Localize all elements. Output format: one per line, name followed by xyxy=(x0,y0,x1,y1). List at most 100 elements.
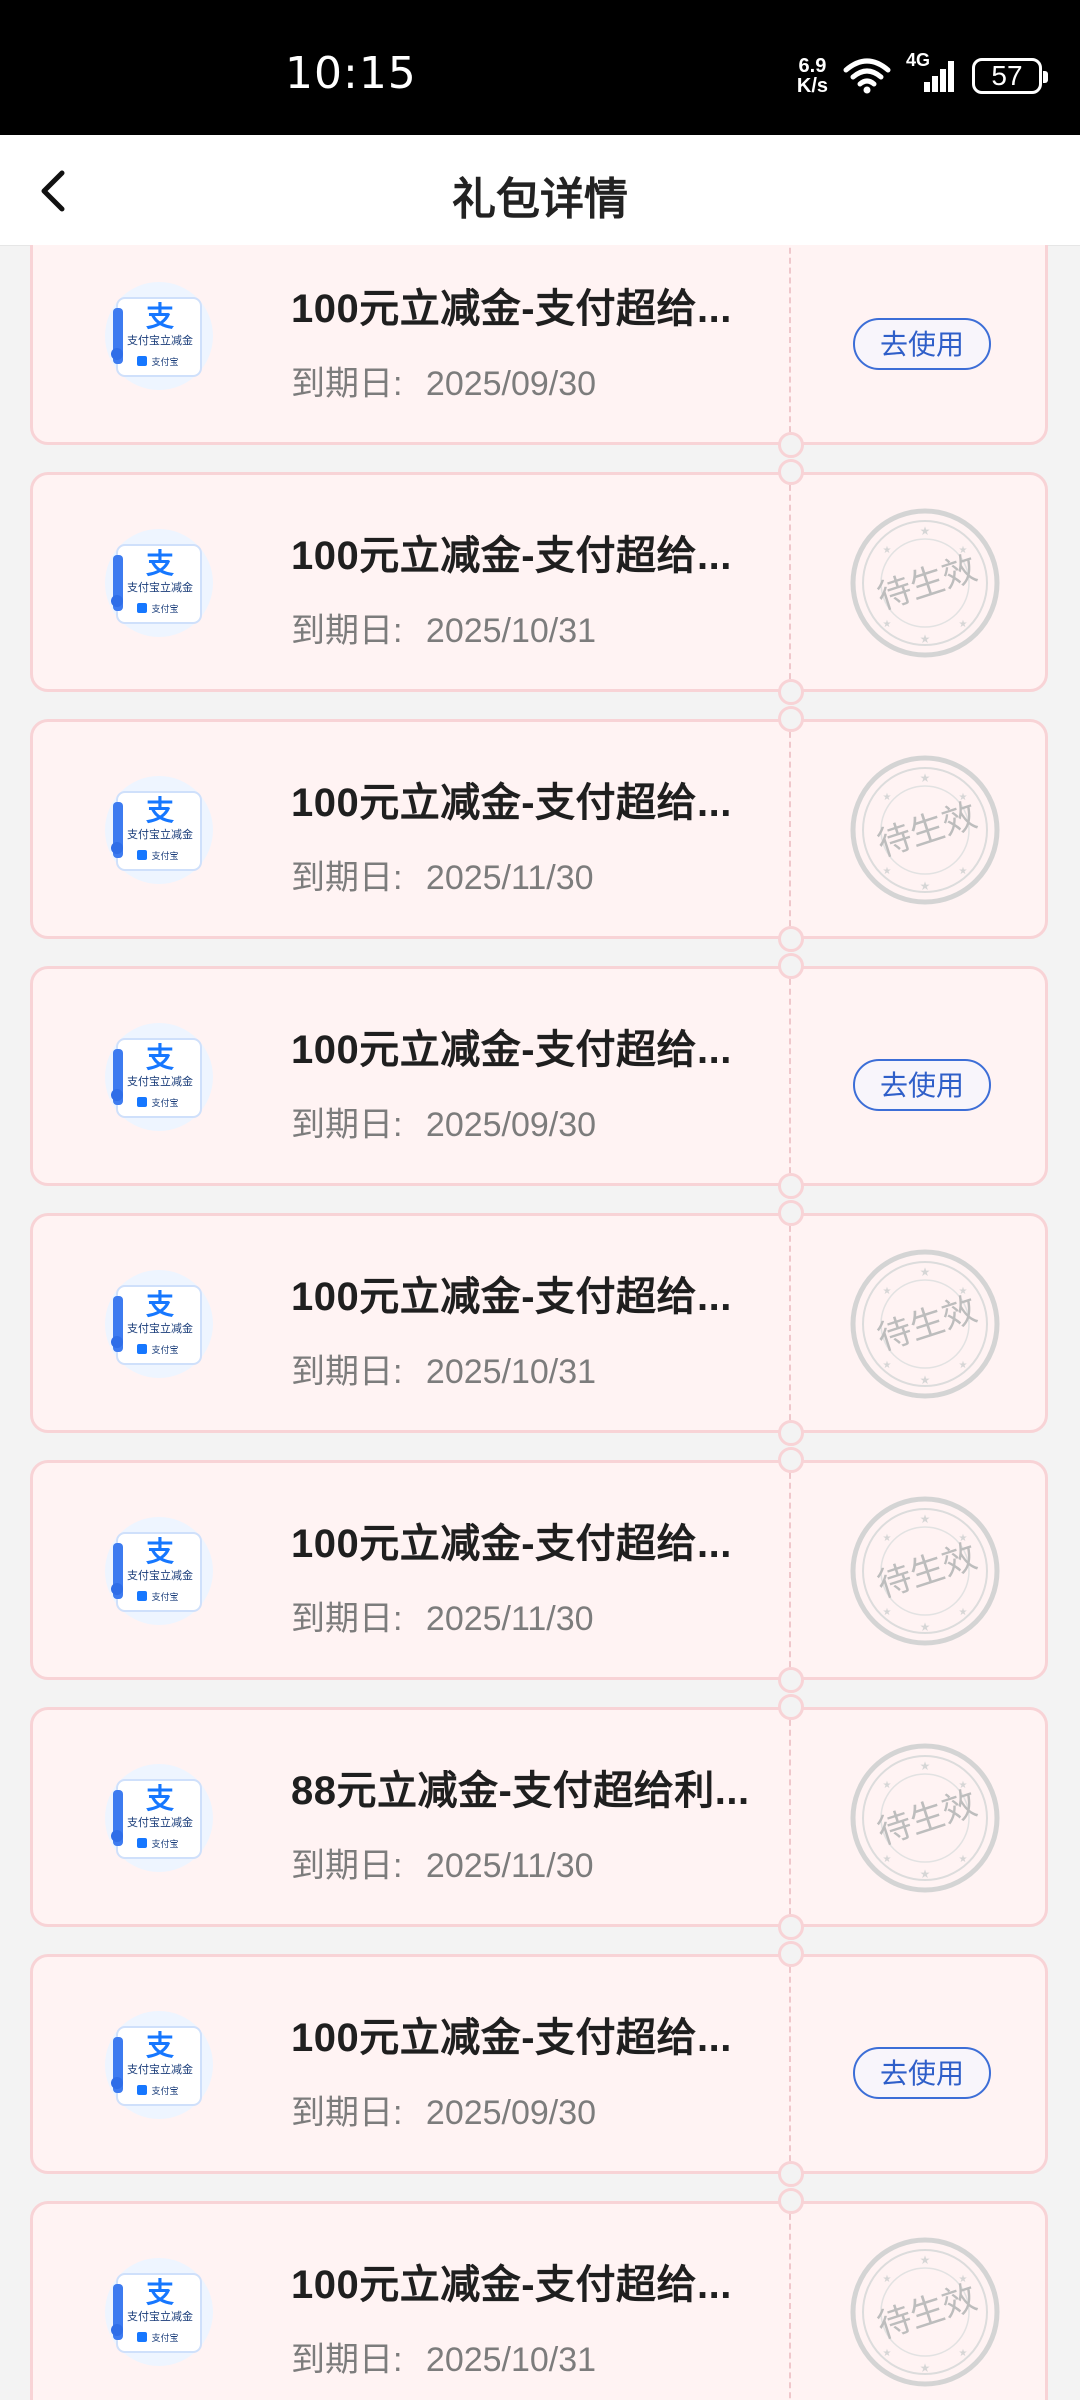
ticket-notch xyxy=(778,926,804,952)
ticket-notch xyxy=(778,1447,804,1473)
coupon-expiry: 到期日: 2025/11/30 xyxy=(291,850,594,899)
svg-text:★: ★ xyxy=(959,1854,968,1865)
coupon-card[interactable]: 支 支付宝立减金 支付宝 100元立减金-支付超给... 到期日: 2025/1… xyxy=(30,1447,1048,1693)
ticket-divider xyxy=(789,1957,791,2171)
expiry-label: 到期日: xyxy=(291,2094,403,2132)
coupon-list[interactable]: 支 支付宝立减金 支付宝 100元立减金-支付超给... 到期日: 2025/0… xyxy=(0,245,1080,2400)
alipay-coupon-logo: 支 支付宝立减金 支付宝 xyxy=(105,1517,213,1625)
alipay-coupon-logo: 支 支付宝立减金 支付宝 xyxy=(105,1270,213,1378)
ticket-notch xyxy=(778,1941,804,1967)
logo-brand: 支付宝 xyxy=(151,2085,178,2097)
coupon-expiry: 到期日: 2025/09/30 xyxy=(291,2085,596,2134)
alipay-coupon-logo: 支 支付宝立减金 支付宝 xyxy=(105,1023,213,1131)
ticket-notch xyxy=(778,2161,804,2187)
svg-text:★: ★ xyxy=(959,866,968,877)
pending-stamp-icon: ★ ★ ★ ★ ★ ★ 待生效 xyxy=(850,2237,1000,2387)
page-title: 礼包详情 xyxy=(452,175,628,224)
ticket-divider xyxy=(789,475,791,689)
expiry-date: 2025/09/30 xyxy=(425,2094,597,2132)
expiry-date: 2025/11/30 xyxy=(425,859,594,897)
coupon-expiry: 到期日: 2025/11/30 xyxy=(291,1591,594,1640)
expiry-label: 到期日: xyxy=(291,1600,403,1638)
ticket-divider xyxy=(789,969,791,1183)
coupon-card[interactable]: 支 支付宝立减金 支付宝 100元立减金-支付超给... 到期日: 2025/0… xyxy=(30,953,1048,1199)
svg-text:★: ★ xyxy=(920,1759,931,1773)
alipay-coupon-logo: 支 支付宝立减金 支付宝 xyxy=(105,2258,213,2366)
svg-text:★: ★ xyxy=(883,1780,892,1791)
logo-caption: 支付宝立减金 xyxy=(127,2062,193,2076)
coupon-title: 100元立减金-支付超给... xyxy=(291,2016,732,2060)
logo-caption: 支付宝立减金 xyxy=(127,827,193,841)
ticket-notch xyxy=(778,432,804,458)
expiry-date: 2025/10/31 xyxy=(425,612,597,650)
logo-brand: 支付宝 xyxy=(151,1344,178,1356)
ticket-notch xyxy=(778,706,804,732)
expiry-label: 到期日: xyxy=(291,365,403,403)
coupon-expiry: 到期日: 2025/11/30 xyxy=(291,1838,594,1887)
logo-brand: 支付宝 xyxy=(151,1838,178,1850)
expiry-date: 2025/11/30 xyxy=(425,1847,594,1885)
logo-caption: 支付宝立减金 xyxy=(127,2309,193,2323)
logo-brand: 支付宝 xyxy=(151,603,178,615)
status-time: 10:15 xyxy=(285,48,417,99)
svg-text:★: ★ xyxy=(883,1533,892,1544)
expiry-date: 2025/09/30 xyxy=(425,365,597,403)
ticket-divider xyxy=(789,2204,791,2400)
battery-icon: 57 xyxy=(972,58,1048,94)
use-coupon-button[interactable]: 去使用 xyxy=(853,318,991,370)
expiry-date: 2025/10/31 xyxy=(425,1353,597,1391)
svg-text:★: ★ xyxy=(959,2348,968,2359)
svg-text:★: ★ xyxy=(883,1607,892,1618)
svg-text:★: ★ xyxy=(883,1360,892,1371)
use-coupon-button[interactable]: 去使用 xyxy=(853,2047,991,2099)
coupon-card[interactable]: 支 支付宝立减金 支付宝 100元立减金-支付超给... 到期日: 2025/1… xyxy=(30,459,1048,705)
logo-brand: 支付宝 xyxy=(151,850,178,862)
pending-stamp-icon: ★ ★ ★ ★ ★ ★ 待生效 xyxy=(850,755,1000,905)
network-speed-value: 6.9 xyxy=(798,55,827,77)
coupon-card[interactable]: 支 支付宝立减金 支付宝 100元立减金-支付超给... 到期日: 2025/1… xyxy=(30,2188,1048,2400)
ticket-divider xyxy=(789,1710,791,1924)
logo-mark: 支 xyxy=(146,1535,174,1568)
svg-text:★: ★ xyxy=(920,524,931,538)
coupon-card[interactable]: 支 支付宝立减金 支付宝 100元立减金-支付超给... 到期日: 2025/0… xyxy=(30,245,1048,458)
svg-text:★: ★ xyxy=(959,1607,968,1618)
svg-text:★: ★ xyxy=(920,1620,931,1634)
logo-brand: 支付宝 xyxy=(151,356,178,368)
ticket-notch xyxy=(778,2188,804,2214)
svg-text:★: ★ xyxy=(920,632,931,646)
coupon-expiry: 到期日: 2025/10/31 xyxy=(291,2332,596,2381)
network-speed: 6.9 K/s xyxy=(797,56,828,96)
signal-icon: 4G xyxy=(906,50,958,96)
expiry-label: 到期日: xyxy=(291,2341,403,2379)
status-bar: 10:15 6.9 K/s 4G 57 xyxy=(0,0,1080,135)
network-speed-unit: K/s xyxy=(796,75,828,97)
pending-stamp-icon: ★ ★ ★ ★ ★ ★ 待生效 xyxy=(850,508,1000,658)
ticket-divider xyxy=(789,245,791,442)
coupon-card[interactable]: 支 支付宝立减金 支付宝 100元立减金-支付超给... 到期日: 2025/0… xyxy=(30,1941,1048,2187)
svg-text:★: ★ xyxy=(883,619,892,630)
alipay-coupon-logo: 支 支付宝立减金 支付宝 xyxy=(105,282,213,390)
pending-stamp-icon: ★ ★ ★ ★ ★ ★ 待生效 xyxy=(850,1249,1000,1399)
coupon-card[interactable]: 支 支付宝立减金 支付宝 100元立减金-支付超给... 到期日: 2025/1… xyxy=(30,706,1048,952)
ticket-notch xyxy=(778,1420,804,1446)
ticket-notch xyxy=(778,1667,804,1693)
coupon-title: 100元立减金-支付超给... xyxy=(291,287,732,331)
svg-text:★: ★ xyxy=(883,792,892,803)
coupon-card[interactable]: 支 支付宝立减金 支付宝 88元立减金-支付超给利... 到期日: 2025/1… xyxy=(30,1694,1048,1940)
use-coupon-button[interactable]: 去使用 xyxy=(853,1059,991,1111)
expiry-label: 到期日: xyxy=(291,859,403,897)
svg-text:★: ★ xyxy=(920,879,931,893)
logo-mark: 支 xyxy=(146,1288,174,1321)
logo-brand: 支付宝 xyxy=(151,2332,178,2344)
logo-caption: 支付宝立减金 xyxy=(127,333,193,347)
svg-text:★: ★ xyxy=(883,2274,892,2285)
ticket-divider xyxy=(789,1463,791,1677)
logo-caption: 支付宝立减金 xyxy=(127,580,193,594)
logo-brand: 支付宝 xyxy=(151,1591,178,1603)
status-icons: 6.9 K/s 4G 57 xyxy=(797,50,1048,100)
logo-mark: 支 xyxy=(146,547,174,580)
logo-mark: 支 xyxy=(146,2276,174,2309)
navigation-bar: 礼包详情 xyxy=(0,135,1080,246)
expiry-date: 2025/11/30 xyxy=(425,1600,594,1638)
coupon-card[interactable]: 支 支付宝立减金 支付宝 100元立减金-支付超给... 到期日: 2025/1… xyxy=(30,1200,1048,1446)
